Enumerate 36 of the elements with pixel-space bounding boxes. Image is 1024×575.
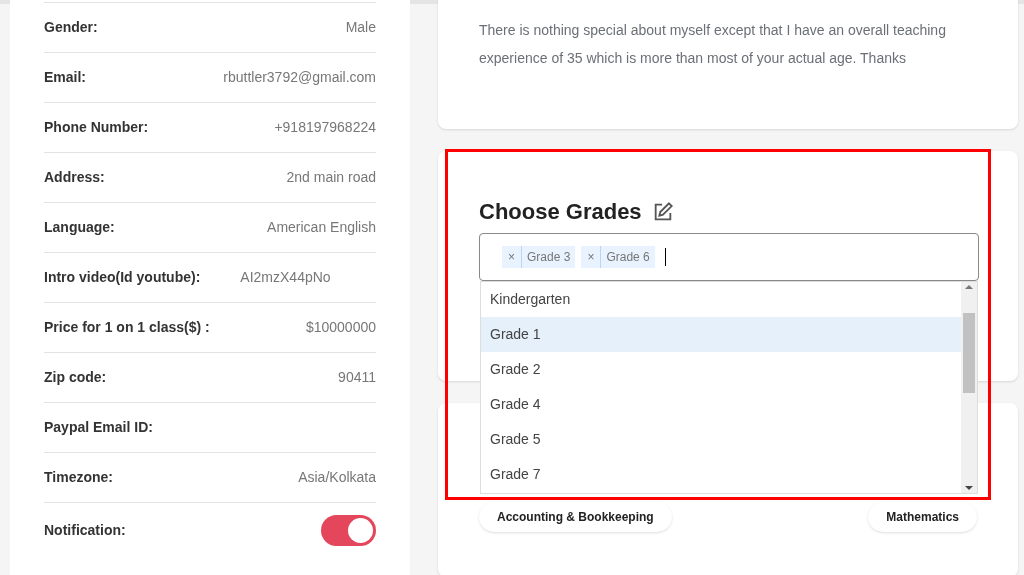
field-label: Zip code: bbox=[44, 368, 107, 387]
field-value: rbuttler3792@gmail.com bbox=[223, 68, 376, 87]
notification-toggle[interactable] bbox=[321, 515, 376, 546]
grade-option[interactable]: Grade 1 bbox=[481, 317, 961, 352]
field-label: Address: bbox=[44, 168, 105, 187]
scrollbar[interactable] bbox=[961, 282, 977, 493]
field-value: Asia/Kolkata bbox=[298, 468, 376, 487]
field-value: $10000000 bbox=[305, 318, 376, 337]
grade-select[interactable]: × Grade 3 × Grade 6 bbox=[479, 233, 979, 281]
chip-label: Grade 6 bbox=[605, 249, 651, 266]
field-label: Email: bbox=[44, 68, 86, 87]
field-label: Timezone: bbox=[44, 468, 113, 487]
chip-label: Grade 3 bbox=[526, 249, 572, 266]
field-value: American English bbox=[267, 218, 376, 237]
field-label: Intro video(Id youtube): bbox=[44, 268, 201, 287]
field-label: Notification: bbox=[44, 521, 126, 540]
field-value: 90411 bbox=[338, 368, 376, 387]
field-value: Male bbox=[345, 18, 376, 37]
scroll-down-icon[interactable] bbox=[965, 485, 973, 491]
field-value: +918197968224 bbox=[274, 118, 376, 137]
field-value: 2nd main road bbox=[286, 168, 376, 187]
field-label: Phone Number: bbox=[44, 118, 149, 137]
field-label: Gender: bbox=[44, 18, 98, 37]
subject-pill[interactable]: Accounting & Bookkeeping bbox=[479, 502, 672, 532]
text-cursor bbox=[664, 248, 666, 266]
field-label: Language: bbox=[44, 218, 115, 237]
grades-title: Choose Grades bbox=[479, 198, 642, 226]
scroll-up-icon[interactable] bbox=[965, 284, 973, 290]
scroll-thumb[interactable] bbox=[963, 312, 975, 393]
field-value: AI2mzX44pNo bbox=[240, 268, 331, 287]
subject-pill[interactable]: Mathematics bbox=[868, 502, 977, 532]
about-text: There is nothing special about myself except that I have an overall teaching experience of 35 which is more than most of your actual age. Thanks bbox=[479, 21, 947, 68]
field-label: Price for 1 on 1 class($) : bbox=[44, 318, 210, 337]
field-label: Paypal Email ID: bbox=[44, 418, 153, 437]
remove-chip-button[interactable]: × bbox=[581, 246, 602, 268]
remove-chip-button[interactable]: × bbox=[502, 246, 522, 268]
